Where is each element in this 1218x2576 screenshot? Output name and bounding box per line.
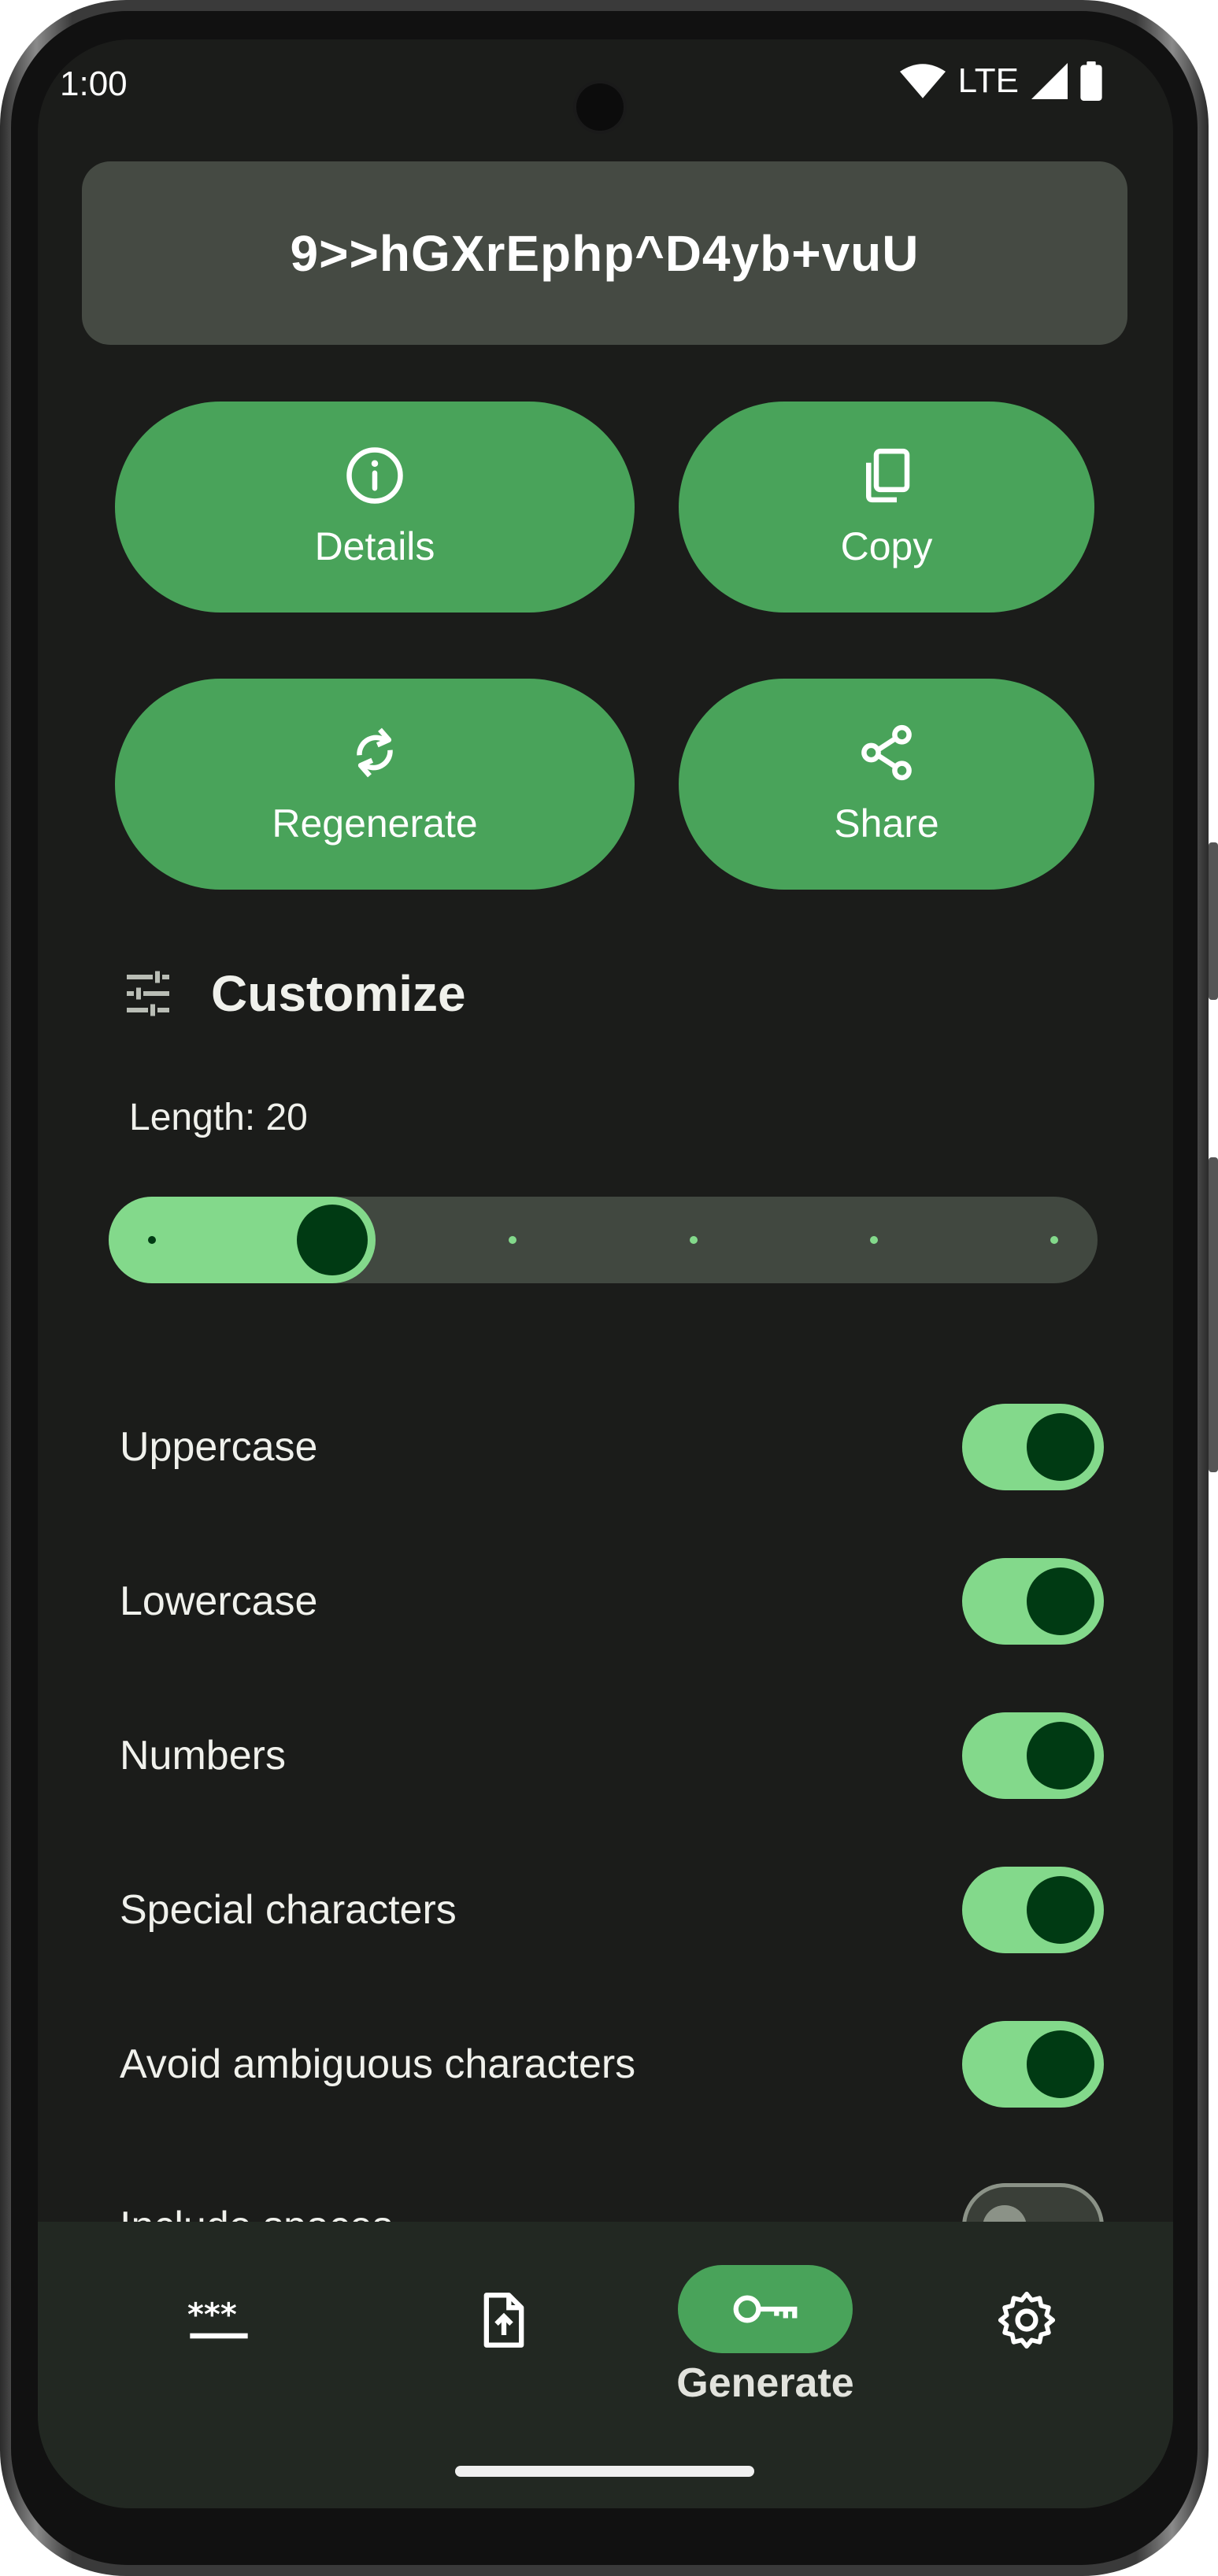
phone-side-button bbox=[1209, 842, 1218, 1000]
slider-tick-dot bbox=[148, 1236, 156, 1244]
toggle-knob bbox=[1027, 1876, 1094, 1944]
share-button[interactable]: Share bbox=[679, 679, 1094, 890]
option-toggle[interactable] bbox=[962, 1558, 1104, 1645]
share-icon bbox=[861, 724, 912, 781]
customize-title: Customize bbox=[211, 965, 466, 1022]
app-screen: 1:00 LTE 9>>hGXrEphp^D4yb+vuU Details Co… bbox=[38, 39, 1173, 2508]
details-label: Details bbox=[314, 524, 435, 568]
gear-icon bbox=[998, 2291, 1056, 2349]
slider-tick-dot bbox=[1050, 1236, 1058, 1244]
option-label: Special characters bbox=[120, 1887, 457, 1933]
nav-active-indicator bbox=[678, 2265, 853, 2353]
option-toggle[interactable] bbox=[962, 2021, 1104, 2108]
option-row-special-characters[interactable]: Special characters bbox=[120, 1863, 1104, 1957]
option-toggle[interactable] bbox=[962, 1867, 1104, 1953]
status-time: 1:00 bbox=[60, 65, 128, 103]
refresh-icon bbox=[357, 727, 393, 778]
nav-label-generate: Generate bbox=[676, 2360, 854, 2406]
toggle-knob bbox=[1027, 1722, 1094, 1790]
key-icon bbox=[733, 2295, 798, 2323]
cell-signal-icon bbox=[1031, 63, 1068, 99]
password-icon: *** bbox=[187, 2297, 248, 2339]
network-type: LTE bbox=[957, 61, 1019, 100]
home-indicator[interactable] bbox=[455, 2466, 754, 2477]
nav-item-generate[interactable]: Generate bbox=[647, 2237, 883, 2434]
copy-label: Copy bbox=[840, 524, 933, 568]
phone-volume-button bbox=[1209, 1157, 1218, 1472]
length-label: Length: 20 bbox=[129, 1097, 308, 1138]
details-button[interactable]: Details bbox=[115, 402, 635, 613]
option-row-numbers[interactable]: Numbers bbox=[120, 1708, 1104, 1803]
copy-button[interactable]: Copy bbox=[679, 402, 1094, 613]
info-icon bbox=[346, 447, 403, 504]
customize-header: Customize bbox=[120, 964, 466, 1023]
slider-tick-dot bbox=[869, 1236, 878, 1244]
file-upload-icon bbox=[483, 2293, 524, 2348]
slider-tick-dot bbox=[689, 1236, 698, 1244]
option-label: Lowercase bbox=[120, 1579, 318, 1624]
battery-icon bbox=[1080, 61, 1102, 101]
share-label: Share bbox=[834, 801, 939, 846]
option-row-lowercase[interactable]: Lowercase bbox=[120, 1554, 1104, 1649]
wifi-icon bbox=[899, 64, 946, 98]
option-toggle[interactable] bbox=[962, 1404, 1104, 1490]
nav-item-import[interactable] bbox=[425, 2222, 583, 2419]
regenerate-button[interactable]: Regenerate bbox=[115, 679, 635, 890]
toggle-knob bbox=[1027, 1567, 1094, 1635]
nav-item-passwords[interactable]: *** bbox=[140, 2222, 298, 2419]
length-slider-thumb[interactable] bbox=[297, 1205, 368, 1275]
status-icons: LTE bbox=[899, 61, 1102, 101]
option-label: Uppercase bbox=[120, 1424, 318, 1470]
option-toggle[interactable] bbox=[962, 1712, 1104, 1799]
toggle-knob bbox=[1027, 2030, 1094, 2098]
tune-icon bbox=[127, 971, 169, 1016]
front-camera bbox=[576, 83, 624, 131]
option-label: Avoid ambiguous characters bbox=[120, 2041, 636, 2087]
regenerate-label: Regenerate bbox=[272, 801, 478, 846]
option-row-avoid-ambiguous[interactable]: Avoid ambiguous characters bbox=[120, 2017, 1104, 2112]
svg-text:***: *** bbox=[187, 2297, 237, 2334]
toggle-knob bbox=[1027, 1413, 1094, 1481]
option-row-uppercase[interactable]: Uppercase bbox=[120, 1400, 1104, 1494]
slider-tick-dot bbox=[509, 1236, 517, 1244]
generated-password[interactable]: 9>>hGXrEphp^D4yb+vuU bbox=[82, 161, 1127, 345]
length-slider[interactable] bbox=[109, 1197, 1098, 1283]
copy-icon bbox=[866, 448, 910, 503]
nav-item-settings[interactable] bbox=[948, 2222, 1105, 2419]
option-label: Numbers bbox=[120, 1733, 286, 1778]
